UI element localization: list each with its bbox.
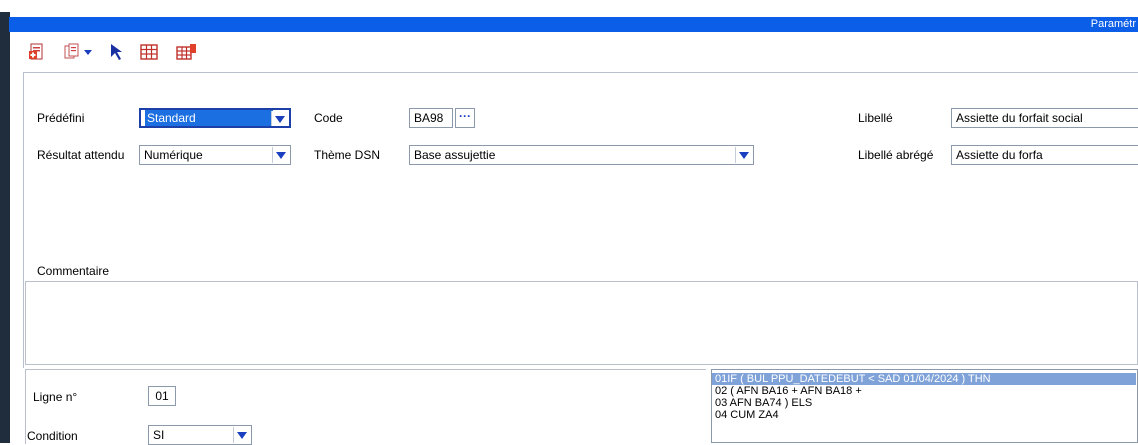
window-title: Paramétr xyxy=(1090,18,1136,30)
libelle-abrege-value: Assiette du forfa xyxy=(956,148,1043,162)
ellipsis-icon: ··· xyxy=(459,109,471,123)
copy-icon[interactable] xyxy=(63,43,81,61)
title-bar: Paramétr xyxy=(9,17,1138,32)
grid-icon[interactable] xyxy=(140,43,158,61)
libelle-abrege-field[interactable]: Assiette du forfa xyxy=(951,145,1138,165)
window-left-edge xyxy=(0,12,10,443)
pointer-arrow-icon[interactable] xyxy=(109,43,127,61)
chevron-down-icon[interactable] xyxy=(272,147,289,163)
code-browse-button[interactable]: ··· xyxy=(455,108,475,128)
code-line-2[interactable]: 02 ( AFN BA16 + AFN BA18 + xyxy=(715,385,862,397)
code-line-4[interactable]: 04 CUM ZA4 xyxy=(715,409,779,421)
code-line-1[interactable]: 01IF ( BUL PPU_DATEDEBUT < SAD 01/04/202… xyxy=(712,373,1136,385)
predefini-select[interactable]: Standard xyxy=(139,108,291,128)
ligne-field[interactable]: 01 xyxy=(148,386,176,406)
theme-select[interactable]: Base assujettie xyxy=(409,145,754,165)
code-line-3[interactable]: 03 AFN BA74 ) ELS xyxy=(715,397,812,409)
libelle-field[interactable]: Assiette du forfait social xyxy=(951,108,1138,128)
code-label: Code xyxy=(314,111,343,125)
top-area xyxy=(0,0,1138,17)
code-field[interactable]: BA98 xyxy=(409,108,453,128)
chevron-down-icon[interactable] xyxy=(735,147,752,163)
formula-code-panel[interactable]: 01IF ( BUL PPU_DATEDEBUT < SAD 01/04/202… xyxy=(711,369,1138,443)
resultat-value: Numérique xyxy=(144,148,203,162)
libelle-value: Assiette du forfait social xyxy=(956,111,1083,125)
line-editor-panel xyxy=(25,369,706,444)
theme-label: Thème DSN xyxy=(314,148,381,162)
libelle-abrege-label: Libellé abrégé xyxy=(858,148,934,162)
chevron-down-icon[interactable] xyxy=(233,427,250,443)
resultat-select[interactable]: Numérique xyxy=(139,145,291,165)
theme-value: Base assujettie xyxy=(414,148,496,162)
code-value: BA98 xyxy=(414,111,444,125)
commentaire-label: Commentaire xyxy=(37,264,110,278)
commentaire-textarea[interactable] xyxy=(25,281,1138,365)
chevron-down-icon[interactable] xyxy=(82,43,94,61)
condition-value: SI xyxy=(153,428,165,442)
grid-delete-icon[interactable] xyxy=(176,43,198,61)
libelle-label: Libellé xyxy=(858,111,893,125)
condition-label: Condition xyxy=(27,429,78,443)
chevron-down-icon[interactable] xyxy=(271,111,288,126)
resultat-label: Résultat attendu xyxy=(37,148,125,162)
predefini-value: Standard xyxy=(145,110,273,126)
ligne-label: Ligne n° xyxy=(33,390,78,404)
new-document-icon[interactable] xyxy=(28,43,46,61)
ligne-value: 01 xyxy=(155,389,169,403)
condition-select[interactable]: SI xyxy=(148,425,252,445)
predefini-label: Prédéfini xyxy=(37,111,85,125)
